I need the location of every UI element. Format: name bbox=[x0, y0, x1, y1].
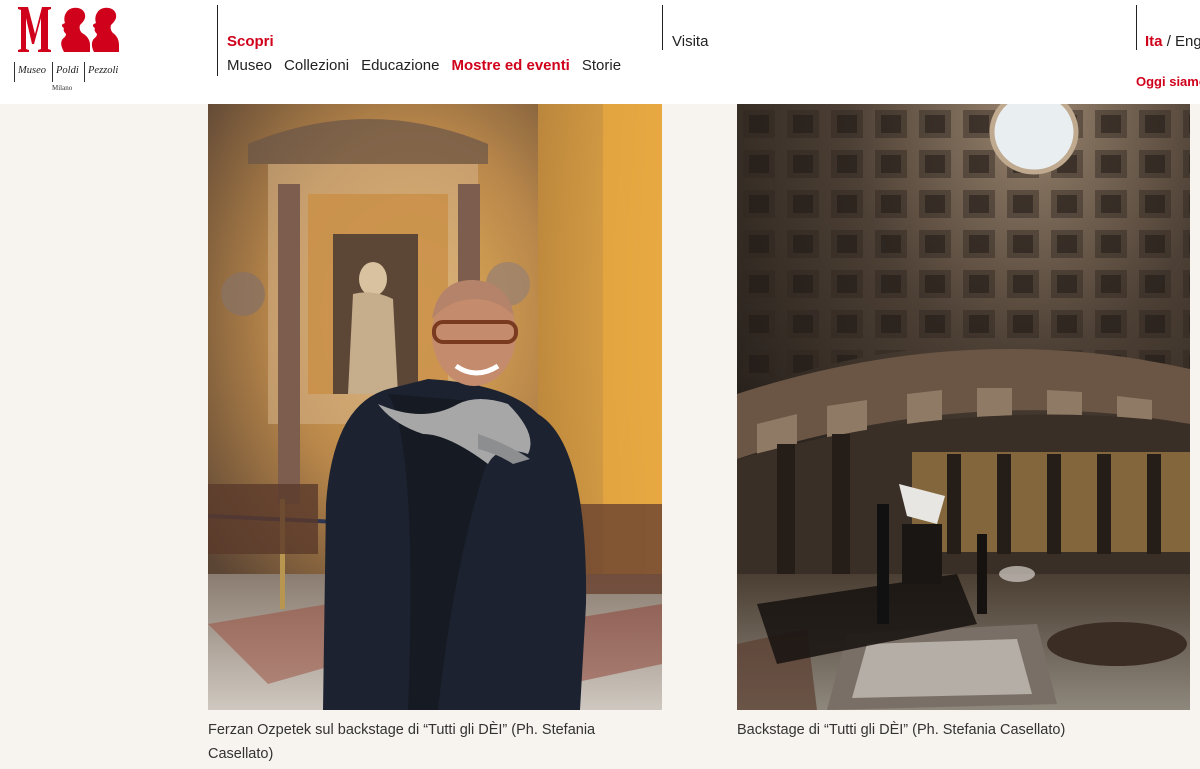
lang-divider bbox=[1136, 5, 1137, 50]
lang-eng-link[interactable]: Eng bbox=[1175, 33, 1200, 50]
nav-divider bbox=[662, 5, 663, 50]
gallery-caption-1: Ferzan Ozpetek sul backstage di “Tutti g… bbox=[208, 722, 596, 762]
subnav-item-educazione[interactable]: Educazione bbox=[361, 57, 439, 75]
logo-city: Milano bbox=[52, 84, 73, 92]
photo-pantheon-drawing bbox=[737, 104, 1190, 710]
logo-word-pezzoli: Pezzoli bbox=[84, 62, 118, 82]
nav-divider bbox=[217, 5, 218, 76]
subnav-item-museo[interactable]: Museo bbox=[227, 57, 272, 75]
gallery-image-ozpetek[interactable] bbox=[208, 104, 662, 710]
logo-word-poldi: Poldi bbox=[52, 62, 79, 82]
opening-status: Oggi siamo bbox=[1136, 74, 1200, 89]
subnav: Museo Collezioni Educazione Mostre ed ev… bbox=[227, 57, 621, 75]
subnav-item-storie[interactable]: Storie bbox=[582, 57, 621, 75]
photo-ozpetek-drawing bbox=[208, 104, 662, 710]
site-header: Museo Poldi Pezzoli Milano Scopri Museo … bbox=[0, 0, 1200, 104]
lang-ita-link[interactable]: Ita bbox=[1145, 33, 1163, 50]
logo-word-museo: Museo bbox=[14, 62, 46, 82]
museum-logo[interactable]: Museo Poldi Pezzoli Milano bbox=[12, 4, 122, 96]
gallery-image-pantheon[interactable] bbox=[737, 104, 1190, 710]
language-switcher: Ita / Eng bbox=[1145, 33, 1200, 51]
gallery-caption-2: Backstage di “Tutti gli DÈI” (Ph. Stefan… bbox=[737, 722, 1066, 738]
nav-scopri[interactable]: Scopri bbox=[227, 33, 274, 51]
logo-wordmark: Museo Poldi Pezzoli bbox=[14, 62, 124, 84]
subnav-item-mostre-ed-eventi[interactable]: Mostre ed eventi bbox=[451, 57, 569, 75]
subnav-item-collezioni[interactable]: Collezioni bbox=[284, 57, 349, 75]
logo-silhouettes-icon bbox=[18, 7, 119, 52]
nav-visita[interactable]: Visita bbox=[672, 33, 708, 51]
lang-separator: / bbox=[1166, 33, 1171, 50]
